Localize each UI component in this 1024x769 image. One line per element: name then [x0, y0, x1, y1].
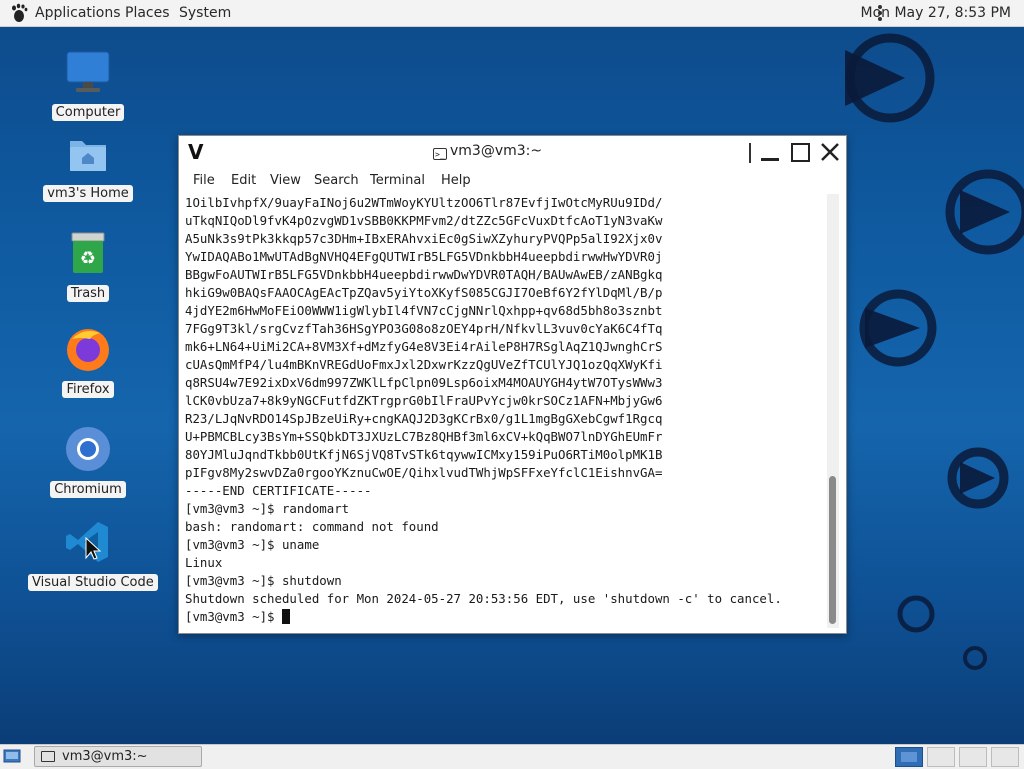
terminal-line: 80YJMluJqndTkbb0UtKfjN6SjVQ8TvSTk6tqywwI… [185, 447, 663, 462]
terminal-line: mk6+LN64+UiMi2CA+8VM3Xf+dMzfyG4e8V3Ei4rA… [185, 339, 663, 354]
workspace-3[interactable] [959, 747, 987, 767]
terminal-line: [vm3@vm3 ~]$ randomart [185, 501, 350, 516]
applications-menu[interactable]: Applications [35, 5, 121, 21]
terminal-line: U+PBMCBLcy3BsYm+SSQbkDT3JXUzLC7Bz8QHBf3m… [185, 429, 663, 444]
icon-label: vm3's Home [43, 185, 133, 202]
minimize-button[interactable] [759, 141, 781, 163]
menu-terminal[interactable]: Terminal [370, 173, 425, 188]
menu-help[interactable]: Help [441, 173, 471, 188]
terminal-line: YwIDAQABo1MwUTAdBgNVHQ4EFgQUTWIrB5LFG5VD… [185, 249, 663, 264]
scrollbar-thumb[interactable] [829, 476, 836, 624]
terminal-line: -----END CERTIFICATE----- [185, 483, 372, 498]
terminal-line: [vm3@vm3 ~]$ uname [185, 537, 320, 552]
gnome-foot-icon[interactable] [10, 3, 30, 23]
terminal-line: 1OilbIvhpfX/9uayFaINoj6u2WTmWoyKYUltzOO6… [185, 195, 663, 210]
maximize-button[interactable] [790, 141, 812, 163]
icon-label: Visual Studio Code [28, 574, 158, 591]
terminal-line: [vm3@vm3 ~]$ shutdown [185, 573, 342, 588]
window-title: vm3@vm3:~ [450, 143, 543, 159]
desktop-icon-firefox[interactable]: Firefox [43, 325, 133, 398]
terminal-line: lCK0vbUza7+8k9yNGCFutfdZKTrgprG0bIlFraUP… [185, 393, 663, 408]
titlebar-separator [749, 143, 751, 163]
text-cursor [281, 609, 290, 624]
terminal-menubar: File Edit View Search Terminal Help [179, 170, 846, 192]
terminal-line: BBgwFoAUTWIrB5LFG5VDnkbbH4ueepbdirwwDwYD… [185, 267, 663, 282]
terminal-line: Linux [185, 555, 223, 570]
desktop-icon-computer[interactable]: Computer [43, 48, 133, 121]
terminal-prompt-line[interactable]: [vm3@vm3 ~]$ [185, 608, 825, 626]
clock[interactable]: Mon May 27, 8:53 PM [861, 5, 1012, 21]
scrollbar[interactable] [827, 194, 839, 628]
system-menu[interactable]: System [179, 5, 231, 21]
taskbar-item-label: vm3@vm3:~ [62, 749, 148, 764]
menu-file[interactable]: File [193, 173, 215, 188]
vscode-icon [66, 522, 108, 562]
terminal-line: pIFgv8My2swvDZa0rgooYKznuCwOE/QihxlvudTW… [185, 465, 663, 480]
terminal-window[interactable]: V >_ vm3@vm3:~ File Edit View Search Term… [178, 135, 847, 634]
taskbar-item-terminal[interactable]: vm3@vm3:~ [34, 746, 202, 767]
terminal-line: uTkqNIQoDl9fvK4pOzvgWD1vSBB0KKPMFvm2/dtZ… [185, 213, 663, 228]
desktop-icon-chromium[interactable]: Chromium [43, 425, 133, 498]
menu-edit[interactable]: Edit [231, 173, 256, 188]
terminal-line: cUAsQmMfP4/lu4mBKnVREGdUoFmxJxl2DxwrKzzQ… [185, 357, 663, 372]
wallpaper-decoration [845, 33, 1024, 670]
window-titlebar[interactable]: V >_ vm3@vm3:~ [179, 136, 846, 170]
terminal-output[interactable]: 1OilbIvhpfX/9uayFaINoj6u2WTmWoyKYUltzOO6… [185, 194, 825, 628]
terminal-line: bash: randomart: command not found [185, 519, 439, 534]
terminal-line: hkiG9w0BAQsFAAOCAgEAcTpZQav5yiYtoXKyfS08… [185, 285, 663, 300]
terminal-line: A5uNk3s9tPk3kkqp57c3DHm+IBxERAhvxiEc0gSi… [185, 231, 663, 246]
menu-view[interactable]: View [270, 173, 301, 188]
terminal-line: 4jdYE2m6HwMoFEiO0WWW1igWlybIl4fVN7cCjgNN… [185, 303, 663, 318]
icon-label: Chromium [50, 481, 126, 498]
chromium-icon [66, 427, 110, 471]
desktop-icon-trash[interactable]: ♻ Trash [43, 229, 133, 302]
workspace-2[interactable] [927, 747, 955, 767]
firefox-icon [67, 329, 109, 371]
terminal-line: 7FGg9T3kl/srgCvzfTah36HSgYPO3G08o8zOEY4p… [185, 321, 663, 336]
terminal-icon [41, 751, 55, 762]
places-menu[interactable]: Places [125, 5, 170, 21]
desktop-icon-home[interactable]: vm3's Home [43, 129, 133, 202]
show-desktop-icon[interactable] [3, 748, 21, 764]
terminal-line: Shutdown scheduled for Mon 2024-05-27 20… [185, 591, 782, 606]
icon-label: Firefox [62, 381, 114, 398]
bottom-panel: vm3@vm3:~ [0, 744, 1024, 769]
icon-label: Trash [66, 285, 110, 302]
svg-text:♻: ♻ [80, 248, 96, 269]
trash-icon: ♻ [71, 232, 105, 273]
icon-label: Computer [51, 104, 125, 121]
terminal-line: R23/LJqNvRDO14SpJBzeUiRy+cngKAQJ2D3gKCrB… [185, 411, 663, 426]
workspace-4[interactable] [991, 747, 1019, 767]
window-menu-icon[interactable]: V [188, 140, 203, 164]
close-icon[interactable] [819, 141, 841, 163]
computer-icon [66, 51, 110, 92]
home-folder-icon [70, 141, 106, 171]
terminal-line: q8RSU4w7E92ixDxV6dm997ZWKlLfpClpn09Lsp6o… [185, 375, 663, 390]
terminal-prompt: [vm3@vm3 ~]$ [185, 609, 282, 624]
top-panel: Applications Places System Mon May 27, 8… [0, 0, 1024, 27]
terminal-icon: >_ [433, 148, 447, 160]
desktop-icon-vscode[interactable]: Visual Studio Code [28, 518, 158, 591]
window-title-group: >_ vm3@vm3:~ [433, 143, 542, 160]
workspace-1[interactable] [895, 747, 923, 767]
menu-search[interactable]: Search [314, 173, 359, 188]
